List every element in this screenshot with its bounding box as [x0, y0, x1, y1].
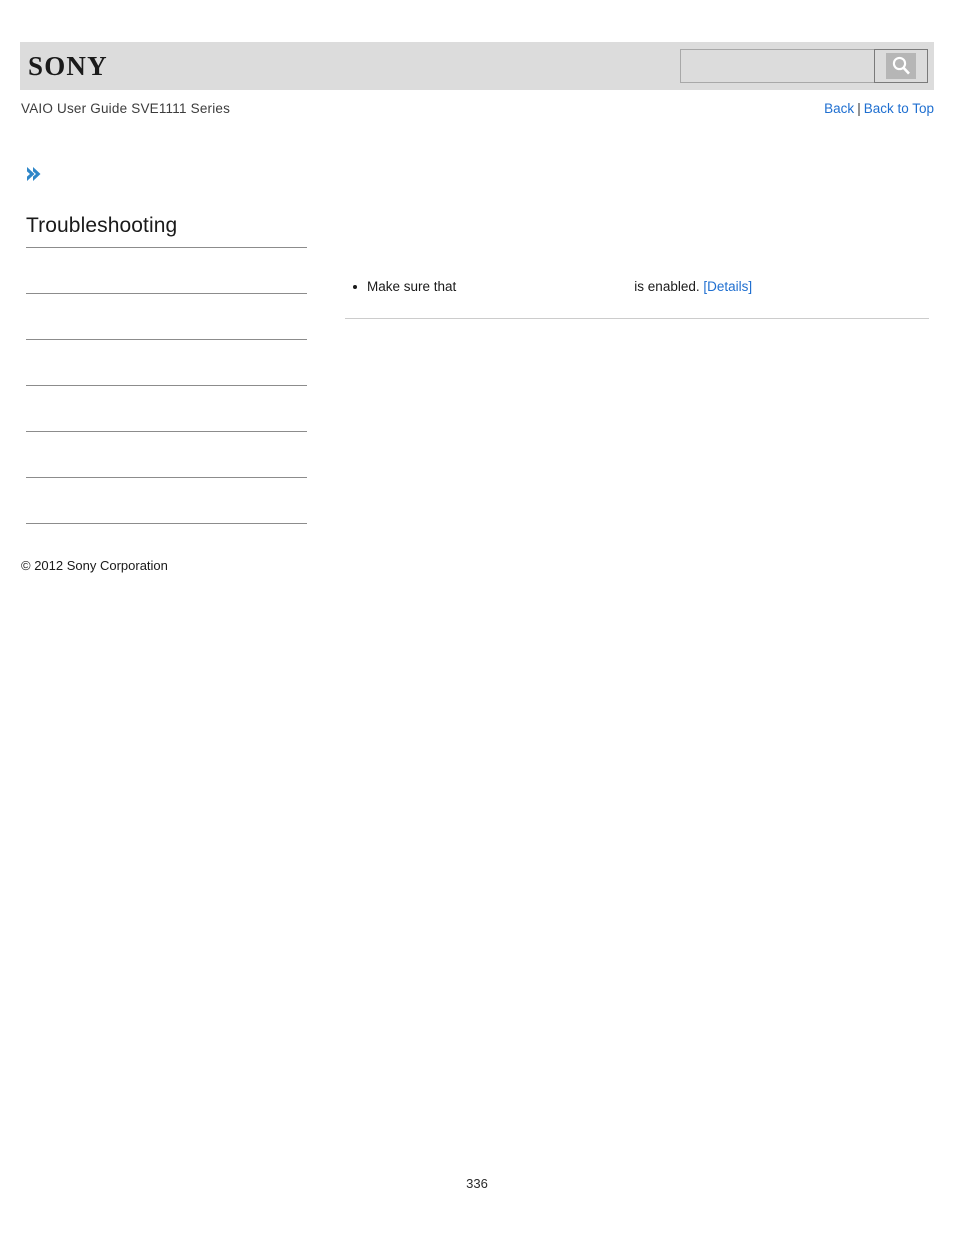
site-header-bar: SONY: [20, 42, 934, 90]
search-button[interactable]: [874, 49, 928, 83]
sidebar-item[interactable]: [26, 340, 307, 386]
copyright-notice: © 2012 Sony Corporation: [21, 558, 168, 573]
bullet-text-after: is enabled.: [634, 279, 700, 294]
sidebar-list: [26, 247, 307, 524]
document-title: VAIO User Guide SVE1111 Series: [21, 101, 231, 116]
sidebar: Troubleshooting: [26, 214, 307, 524]
details-link[interactable]: [Details]: [703, 279, 752, 294]
search-area: [680, 49, 928, 83]
sidebar-item[interactable]: [26, 478, 307, 524]
sidebar-item[interactable]: [26, 248, 307, 294]
sidebar-item[interactable]: [26, 294, 307, 340]
sidebar-title: Troubleshooting: [26, 214, 178, 237]
troubleshooting-bullet-list: Make sure that is enabled. [Details]: [345, 276, 929, 298]
sidebar-item[interactable]: [26, 386, 307, 432]
nav-separator: |: [857, 101, 861, 116]
content-divider: [345, 318, 929, 319]
header-navigation: Back | Back to Top: [824, 101, 934, 116]
double-chevron-right-icon: [24, 163, 46, 185]
search-icon: [886, 53, 916, 79]
sidebar-item[interactable]: [26, 432, 307, 478]
page-number: 336: [466, 1176, 488, 1191]
sony-logo: SONY: [28, 51, 108, 81]
main-content: Make sure that is enabled. [Details]: [345, 276, 929, 319]
search-input[interactable]: [680, 49, 874, 83]
back-link[interactable]: Back: [824, 101, 854, 116]
bullet-text-before: Make sure that: [367, 279, 457, 294]
list-item: Make sure that is enabled. [Details]: [345, 276, 929, 298]
back-to-top-link[interactable]: Back to Top: [864, 101, 934, 116]
